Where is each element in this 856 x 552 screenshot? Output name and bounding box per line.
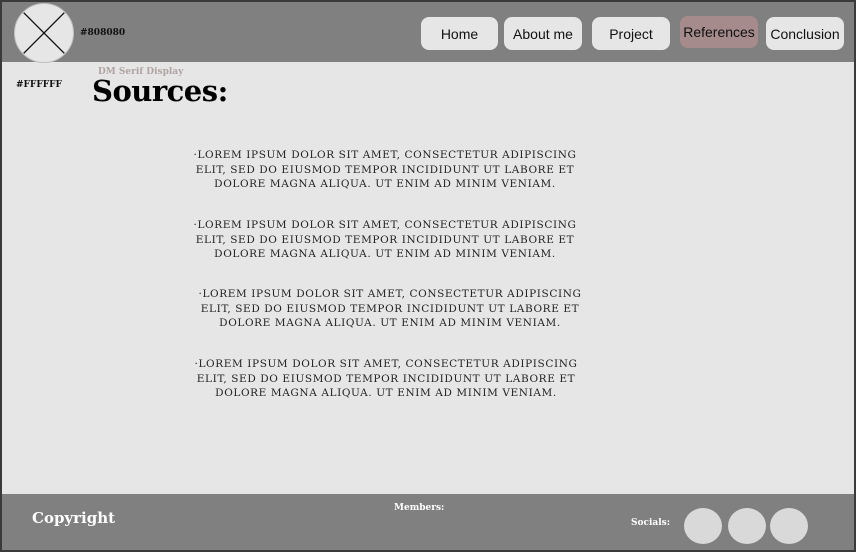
page-frame: #808080 Home About me Project References… <box>0 0 856 552</box>
social-placeholder-icon[interactable] <box>770 508 808 544</box>
social-placeholder-icon[interactable] <box>728 508 766 544</box>
header-color-note: #808080 <box>80 28 126 38</box>
socials-label: Socials: <box>631 518 671 528</box>
source-item: ·Lorem ipsum dolor sit amet, consectetur… <box>193 149 577 190</box>
source-item: ·Lorem ipsum dolor sit amet, consectetur… <box>198 288 582 329</box>
nav-project-button[interactable]: Project <box>592 17 670 50</box>
copyright-text: Copyright <box>32 509 116 527</box>
body-color-note: #FFFFFF <box>16 80 62 90</box>
members-label: Members: <box>394 503 445 513</box>
source-item: ·Lorem ipsum dolor sit amet, consectetur… <box>194 358 578 399</box>
nav-conclusion-button[interactable]: Conclusion <box>766 17 844 50</box>
social-placeholder-icon[interactable] <box>684 508 722 544</box>
nav-about-button[interactable]: About me <box>504 17 582 50</box>
footer: Copyright Members: Socials: <box>2 494 854 550</box>
header: #808080 Home About me Project References… <box>2 2 854 63</box>
page-title: Sources: <box>92 74 228 108</box>
image-placeholder-icon[interactable] <box>14 3 74 63</box>
source-item: ·Lorem ipsum dolor sit amet, consectetur… <box>193 219 577 260</box>
nav-references-button[interactable]: References <box>680 16 758 48</box>
nav-home-button[interactable]: Home <box>421 17 498 50</box>
